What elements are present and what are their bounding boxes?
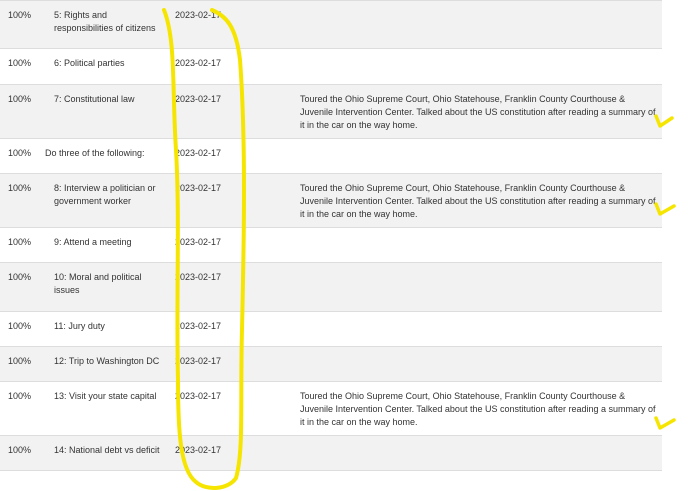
table-row: 100% 6: Political parties 2023-02-17 xyxy=(0,49,662,85)
completion-date: 2023-02-17 xyxy=(175,391,222,401)
requirement-name: 5: Rights and responsibilities of citize… xyxy=(54,10,156,33)
progress-percent: 100% xyxy=(8,321,32,331)
requirement-name: 9: Attend a meeting xyxy=(54,237,132,247)
table-row: 100% 11: Jury duty 2023-02-17 xyxy=(0,312,662,347)
requirements-table: 100% 5: Rights and responsibilities of ci… xyxy=(0,0,662,471)
completion-date: 2023-02-17 xyxy=(175,272,222,282)
progress-percent: 100% xyxy=(8,356,32,366)
requirement-name: 12: Trip to Washington DC xyxy=(54,356,160,366)
progress-percent: 100% xyxy=(8,391,32,401)
requirement-notes: Toured the Ohio Supreme Court, Ohio Stat… xyxy=(300,183,656,219)
completion-date: 2023-02-17 xyxy=(175,445,222,455)
requirement-notes: Toured the Ohio Supreme Court, Ohio Stat… xyxy=(300,391,656,427)
completion-date: 2023-02-17 xyxy=(175,94,222,104)
progress-percent: 100% xyxy=(8,183,32,193)
requirement-notes: Toured the Ohio Supreme Court, Ohio Stat… xyxy=(300,94,656,130)
progress-percent: 100% xyxy=(8,58,32,68)
requirement-name: 7: Constitutional law xyxy=(54,94,135,104)
progress-percent: 100% xyxy=(8,148,32,158)
progress-percent: 100% xyxy=(8,272,32,282)
requirement-name: 13: Visit your state capital xyxy=(54,391,157,401)
table-row: 100% 5: Rights and responsibilities of ci… xyxy=(0,1,662,49)
progress-percent: 100% xyxy=(8,237,32,247)
completion-date: 2023-02-17 xyxy=(175,10,222,20)
table-row: 100% Do three of the following: 2023-02-17 xyxy=(0,139,662,174)
table-row: 100% 9: Attend a meeting 2023-02-17 xyxy=(0,228,662,263)
table-row: 100% 13: Visit your state capital 2023-02-… xyxy=(0,382,662,436)
table-row: 100% 8: Interview a politician or governm… xyxy=(0,174,662,228)
progress-percent: 100% xyxy=(8,445,32,455)
completion-date: 2023-02-17 xyxy=(175,321,222,331)
requirement-name: 8: Interview a politician or government … xyxy=(54,183,156,206)
requirement-name: 10: Moral and political issues xyxy=(54,272,142,295)
progress-percent: 100% xyxy=(8,10,32,20)
requirement-name: 11: Jury duty xyxy=(54,321,105,331)
completion-date: 2023-02-17 xyxy=(175,58,222,68)
requirement-group-label: Do three of the following: xyxy=(45,148,145,158)
progress-percent: 100% xyxy=(8,94,32,104)
completion-date: 2023-02-17 xyxy=(175,148,222,158)
requirement-name: 6: Political parties xyxy=(54,58,125,68)
completion-date: 2023-02-17 xyxy=(175,183,222,193)
completion-date: 2023-02-17 xyxy=(175,237,222,247)
completion-date: 2023-02-17 xyxy=(175,356,222,366)
table-row: 100% 14: National debt vs deficit 2023-02-… xyxy=(0,436,662,471)
table-row: 100% 12: Trip to Washington DC 2023-02-17 xyxy=(0,347,662,382)
table-row: 100% 7: Constitutional law 2023-02-17 Toure… xyxy=(0,85,662,139)
requirement-name: 14: National debt vs deficit xyxy=(54,445,160,455)
table-row: 100% 10: Moral and political issues 2023-0… xyxy=(0,263,662,312)
